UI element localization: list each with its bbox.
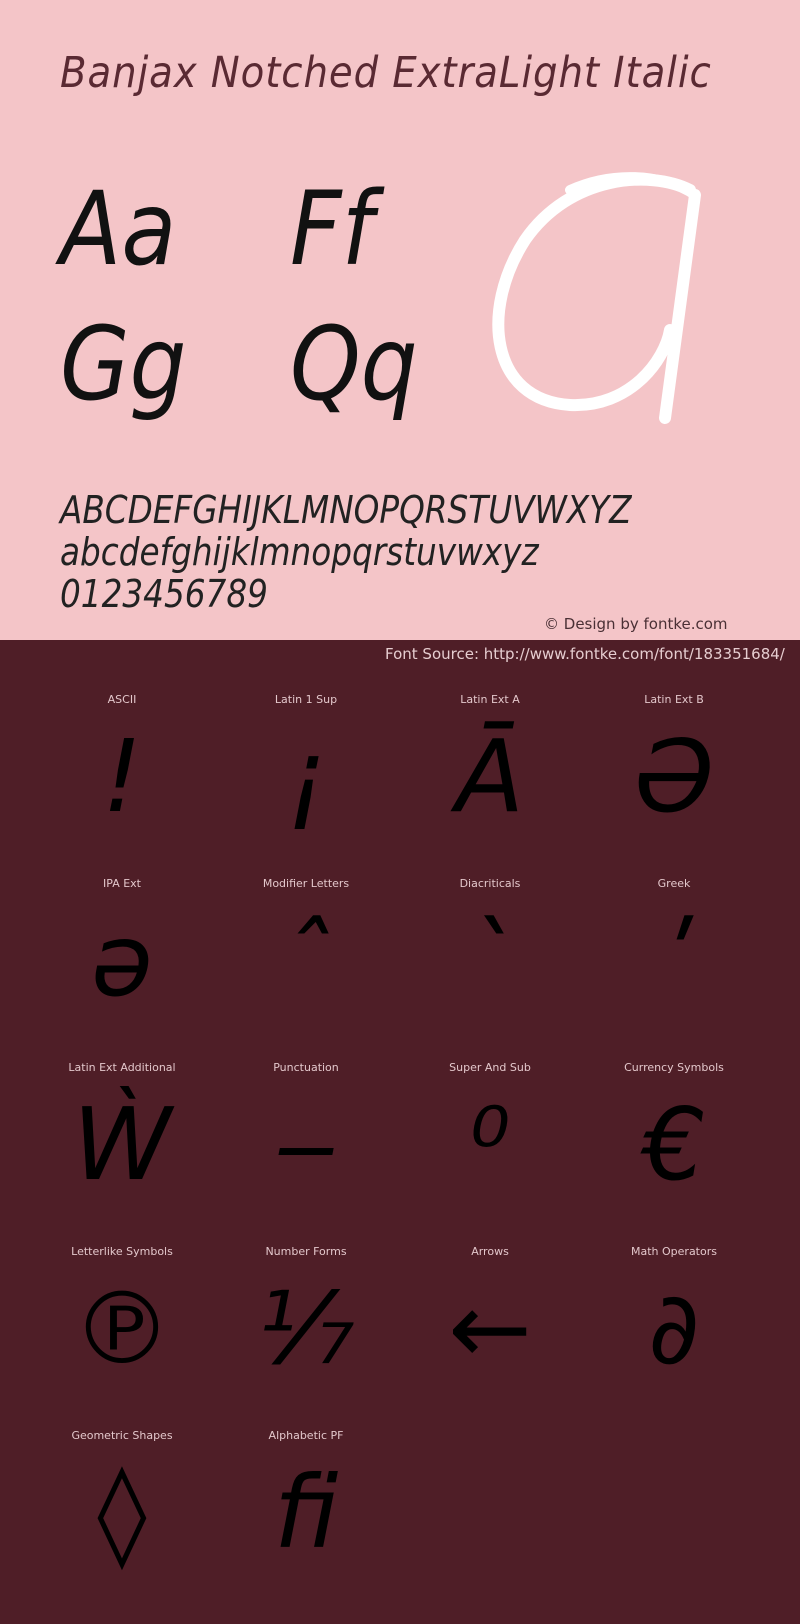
block-glyph: €	[642, 1086, 706, 1203]
block-glyph: ¡	[285, 718, 327, 835]
block-cell: Greek ʹ	[582, 849, 766, 1033]
lowercase-sample: abcdefghijklmnopqrstuvwxyz	[60, 530, 539, 574]
block-glyph: ∂	[648, 1270, 700, 1387]
block-glyph: ⅐	[257, 1270, 355, 1387]
block-glyph: ←	[448, 1270, 532, 1387]
preview-panel: Banjax Notched ExtraLight Italic Aa Ff G…	[0, 0, 800, 640]
block-cell: Arrows ←	[398, 1217, 582, 1401]
block-cell: Letterlike Symbols ℗	[30, 1217, 214, 1401]
block-cell: Latin Ext B Ə	[582, 665, 766, 849]
block-cell: Latin 1 Sup ¡	[214, 665, 398, 849]
sample-pair-aa: Aa	[60, 170, 177, 289]
block-cell: Super And Sub ⁰	[398, 1033, 582, 1217]
block-cell: Math Operators ∂	[582, 1217, 766, 1401]
block-glyph: ʹ	[660, 902, 688, 1019]
font-title: Banjax Notched ExtraLight Italic	[60, 48, 712, 98]
digits-sample: 0123456789	[60, 572, 268, 616]
block-glyph: ‒	[274, 1086, 338, 1203]
block-cell: ASCII !	[30, 665, 214, 849]
font-source-link[interactable]: Font Source: http://www.fontke.com/font/…	[385, 645, 785, 663]
block-cell: Geometric Shapes ◊	[30, 1401, 214, 1585]
block-glyph: ə	[91, 902, 153, 1019]
big-sample-glyph-a	[492, 172, 701, 424]
block-glyph: !	[101, 718, 143, 835]
block-glyph: ℗	[72, 1270, 172, 1387]
block-cell: Modifier Letters ˆ	[214, 849, 398, 1033]
block-glyph: `	[465, 902, 515, 1019]
block-cell: Punctuation ‒	[214, 1033, 398, 1217]
sample-pair-gg: Gg	[60, 305, 187, 424]
block-cell: Number Forms ⅐	[214, 1217, 398, 1401]
block-glyph: ﬁ	[273, 1454, 339, 1571]
block-glyph: Ə	[634, 718, 714, 835]
block-cell: Latin Ext A Ā	[398, 665, 582, 849]
block-glyph: Ā	[455, 718, 525, 835]
design-credit: © Design by fontke.com	[544, 615, 728, 633]
block-cell: Alphabetic PF ﬁ	[214, 1401, 398, 1585]
sample-pair-qq: Qq	[290, 305, 418, 424]
block-cell: IPA Ext ə	[30, 849, 214, 1033]
uppercase-sample: ABCDEFGHIJKLMNOPQRSTUVWXYZ	[60, 488, 632, 532]
sample-pair-ff: Ff	[290, 170, 374, 289]
block-cell: Currency Symbols €	[582, 1033, 766, 1217]
block-glyph: ˆ	[281, 902, 331, 1019]
block-cell: Diacriticals `	[398, 849, 582, 1033]
block-cell: Latin Ext Additional Ẁ	[30, 1033, 214, 1217]
block-glyph: ◊	[97, 1454, 147, 1571]
block-glyph: Ẁ	[72, 1086, 172, 1203]
block-glyph: ⁰	[469, 1086, 511, 1203]
